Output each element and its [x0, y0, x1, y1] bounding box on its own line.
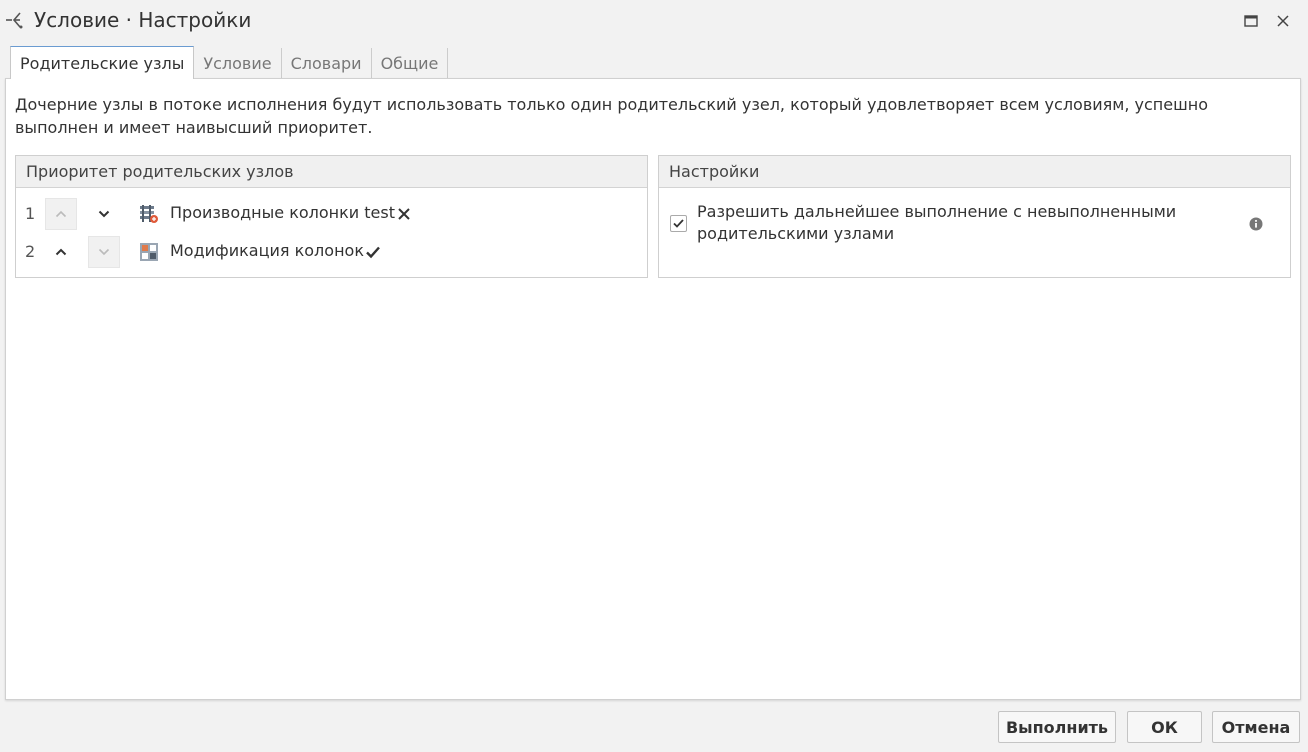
- priority-panel: Приоритет родительских узлов 1 Производн…: [15, 155, 648, 278]
- priority-number: 1: [25, 204, 36, 223]
- maximize-icon[interactable]: [1240, 10, 1262, 32]
- tab-condition[interactable]: Условие: [194, 48, 282, 79]
- priority-row: 2 Модификация колонок: [16, 235, 647, 269]
- description-text: Дочерние узлы в потоке исполнения будут …: [15, 95, 1208, 137]
- priority-number: 2: [25, 242, 36, 261]
- allow-continue-label[interactable]: Разрешить дальнейшее выполнение с невыпо…: [697, 201, 1217, 245]
- tab-dictionaries[interactable]: Словари: [282, 48, 372, 79]
- tab-parent-nodes[interactable]: Родительские узлы: [10, 46, 195, 79]
- title-bar: Условие · Настройки: [0, 0, 1308, 42]
- condition-node-icon: [4, 9, 26, 31]
- cross-icon: [396, 206, 412, 222]
- settings-panel: Настройки Разрешить дальнейшее выполнени…: [658, 155, 1291, 278]
- move-up-button[interactable]: [45, 236, 77, 268]
- tab-content: Дочерние узлы в потоке исполнения будут …: [5, 78, 1301, 700]
- move-down-button[interactable]: [88, 236, 120, 268]
- close-icon[interactable]: [1272, 10, 1294, 32]
- move-down-button[interactable]: [88, 198, 120, 230]
- tab-general[interactable]: Общие: [372, 48, 449, 79]
- ok-button[interactable]: ОК: [1127, 711, 1202, 743]
- run-button[interactable]: Выполнить: [998, 711, 1116, 743]
- window-title: Условие · Настройки: [34, 8, 252, 32]
- node-label: Модификация колонок: [170, 241, 364, 260]
- derived-columns-node-icon: [139, 204, 159, 224]
- priority-row: 1 Производные колонки test: [16, 197, 647, 231]
- column-modification-node-icon: [139, 242, 159, 262]
- node-label: Производные колонки test: [170, 203, 395, 222]
- settings-panel-title: Настройки: [659, 156, 1290, 188]
- cancel-button[interactable]: Отмена: [1212, 711, 1300, 743]
- move-up-button[interactable]: [45, 198, 77, 230]
- check-icon: [365, 244, 381, 260]
- info-icon[interactable]: [1249, 216, 1263, 231]
- allow-continue-checkbox[interactable]: [670, 215, 687, 232]
- checkmark-icon: [673, 219, 684, 228]
- priority-panel-title: Приоритет родительских узлов: [16, 156, 647, 188]
- tab-bar: Родительские узлы Условие Словари Общие: [10, 46, 449, 79]
